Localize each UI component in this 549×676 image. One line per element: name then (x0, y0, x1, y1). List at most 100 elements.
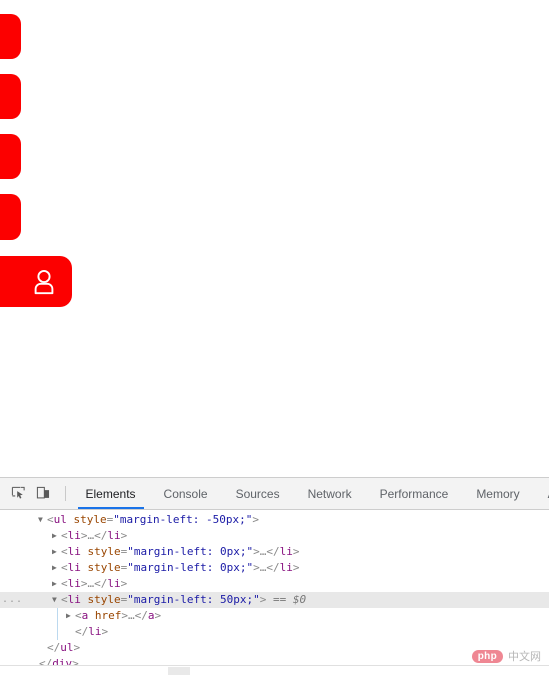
devtools-toolbar: Elements Console Sources Network Perform… (0, 478, 549, 510)
dom-token-attr: style (87, 545, 121, 558)
dom-token-tag: li (67, 545, 81, 558)
scrollbar-thumb[interactable] (168, 667, 190, 675)
expand-triangle-icon[interactable]: ▶ (52, 560, 61, 576)
toolbar-separator (64, 486, 66, 501)
nav-block-2[interactable] (0, 74, 21, 119)
dom-token-val: "margin-left: 0px;" (127, 545, 254, 558)
dom-token-punct (81, 593, 88, 606)
dom-token-punct: </ (94, 529, 108, 542)
dom-token-punct: > (252, 513, 259, 526)
dom-token-attr: style (87, 593, 121, 606)
dom-token-punct: > (80, 577, 88, 590)
dom-token-val: "margin-left: 0px;" (127, 561, 254, 574)
dom-token-punct: </ (75, 625, 89, 638)
dom-token-tag: li (107, 577, 121, 590)
dom-token-tag: li (279, 561, 293, 574)
tab-sources[interactable]: Sources (222, 478, 294, 509)
dom-token-val: "margin-left: 50px;" (127, 593, 260, 606)
dom-token-punct (81, 545, 88, 558)
dom-token-sel0: == $0 (266, 593, 307, 606)
dom-token-tag: li (88, 625, 102, 638)
dom-row[interactable]: ▶ <a href>…</a> (0, 608, 549, 624)
tree-spacer: ▶ (38, 640, 47, 656)
watermark-badge: php (471, 649, 503, 663)
dom-token-attr: href (94, 609, 122, 622)
expand-triangle-icon[interactable]: ▶ (52, 544, 61, 560)
dom-token-punct: < (75, 609, 82, 622)
dom-token-tag: li (67, 577, 81, 590)
dom-token-val: "margin-left: -50px;" (113, 513, 253, 526)
dom-token-punct (88, 609, 95, 622)
dom-row[interactable]: ▶ <li style="margin-left: 0px;">…</li> (0, 560, 549, 576)
user-icon (34, 269, 54, 294)
dom-row[interactable]: ▶</ul> (0, 640, 549, 656)
dom-token-punct (67, 513, 74, 526)
dom-token-tag: li (107, 529, 121, 542)
dom-token-attr: style (73, 513, 107, 526)
dom-token-punct: </ (134, 609, 148, 622)
dom-token-punct: > (121, 609, 128, 622)
nav-block-3[interactable] (0, 134, 21, 179)
dom-row[interactable]: ▶ <li>…</li> (0, 576, 549, 592)
dom-token-tag: ul (60, 641, 74, 654)
dom-token-tag: li (67, 561, 81, 574)
dom-token-punct: </ (47, 641, 61, 654)
tree-spacer: ▶ (66, 624, 75, 640)
dom-tree[interactable]: ▼ <ul style="margin-left: -50px;"> ▶ <li>…<… (0, 510, 549, 675)
dom-row-selected[interactable]: ... ▼ <li style="margin-left: 50px;"> == $… (0, 592, 549, 608)
watermark-text: 中文网 (508, 650, 541, 663)
dom-token-ellip: … (128, 609, 135, 622)
inspect-element-icon[interactable] (6, 478, 31, 509)
dom-token-punct: > (292, 561, 300, 574)
expand-triangle-icon[interactable]: ▶ (52, 528, 61, 544)
tab-elements[interactable]: Elements (72, 478, 150, 509)
dom-token-tag: li (67, 593, 81, 606)
dom-token-punct: > (80, 529, 88, 542)
nav-block-1[interactable] (0, 14, 21, 59)
expand-triangle-icon[interactable]: ▶ (52, 576, 61, 592)
dom-row[interactable]: ▶ <li>…</li> (0, 528, 549, 544)
dom-token-punct: </ (266, 545, 280, 558)
dom-token-punct: > (253, 545, 260, 558)
watermark: php 中文网 (471, 648, 541, 664)
dom-row[interactable]: ▶ <li style="margin-left: 0px;">…</li> (0, 544, 549, 560)
dom-token-punct: > (253, 561, 260, 574)
dom-token-punct: > (120, 577, 128, 590)
tab-application[interactable]: Applica (534, 478, 549, 509)
tree-guide-line (57, 624, 58, 640)
row-overflow-ellipsis[interactable]: ... (2, 592, 23, 608)
dom-token-punct: > (120, 529, 128, 542)
dom-token-tag: a (147, 609, 155, 622)
dom-token-punct: > (101, 625, 109, 638)
collapse-triangle-icon[interactable]: ▼ (52, 592, 61, 608)
dom-token-punct: < (61, 561, 68, 574)
dom-tree-horizontal-scrollbar[interactable] (0, 665, 549, 676)
dom-token-punct: < (61, 529, 68, 542)
rendered-page-area (0, 0, 549, 477)
nav-block-user[interactable] (0, 256, 72, 307)
devtools-panel: Elements Console Sources Network Perform… (0, 477, 549, 676)
dom-token-punct: < (61, 545, 68, 558)
dom-token-punct: > (154, 609, 162, 622)
dom-token-punct (81, 561, 88, 574)
tab-performance[interactable]: Performance (366, 478, 463, 509)
dom-token-punct: > (292, 545, 300, 558)
dom-token-tag: li (279, 545, 293, 558)
tree-guide-line (57, 608, 58, 624)
dom-row[interactable]: ▶</li> (0, 624, 549, 640)
tab-console[interactable]: Console (150, 478, 222, 509)
dom-token-punct: < (47, 513, 54, 526)
dom-row[interactable]: ▼ <ul style="margin-left: -50px;"> (0, 512, 549, 528)
nav-block-4[interactable] (0, 194, 21, 240)
tab-memory[interactable]: Memory (462, 478, 533, 509)
dom-token-tag: ul (53, 513, 67, 526)
collapse-triangle-icon[interactable]: ▼ (38, 512, 47, 528)
dom-token-punct: < (61, 577, 68, 590)
dom-token-punct: < (61, 593, 68, 606)
dom-token-attr: style (87, 561, 121, 574)
dom-token-punct: > (73, 641, 81, 654)
tab-network[interactable]: Network (294, 478, 366, 509)
device-toolbar-icon[interactable] (31, 478, 56, 509)
dom-token-tag: li (67, 529, 81, 542)
expand-triangle-icon[interactable]: ▶ (66, 608, 75, 624)
